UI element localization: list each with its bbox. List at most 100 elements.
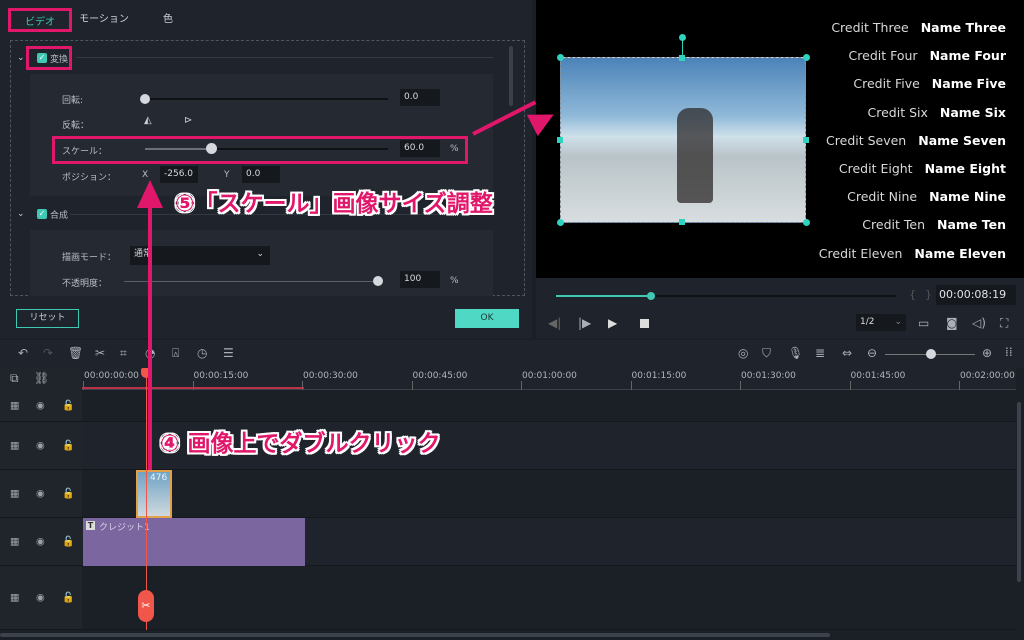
play-icon[interactable]: ▶ (608, 316, 617, 330)
rotation-input[interactable]: 0.0 (400, 89, 440, 106)
timeline-track[interactable]: ▦ ◉ 🔓 (0, 422, 1016, 470)
display-settings-icon[interactable]: ▭ (918, 316, 929, 330)
film-track-icon: ▦ (10, 592, 20, 603)
eye-icon[interactable]: ◉ (36, 488, 45, 499)
resize-handle[interactable] (557, 54, 564, 61)
next-frame-icon[interactable]: |▶ (578, 316, 591, 330)
eye-icon[interactable]: ◉ (36, 592, 45, 603)
horizontal-scrollbar[interactable] (0, 633, 830, 637)
vertical-scrollbar[interactable] (1017, 402, 1021, 582)
eye-icon[interactable]: ◉ (36, 536, 45, 547)
audio-mixer-icon[interactable]: ≣ (815, 346, 825, 360)
opacity-label: 不透明度： (62, 279, 108, 289)
composite-checkbox[interactable]: ✓ (37, 209, 47, 219)
player-controls: { } 00:00:08:19 ◀| |▶ ▶ 1/2 ⌄ ▭ ◙ ◁) ⛶ (536, 278, 1024, 338)
zoom-out-icon[interactable]: ⊖ (867, 346, 877, 360)
fullscreen-icon[interactable]: ⛶ (1000, 316, 1008, 331)
flip-label: 反転： (62, 121, 90, 131)
track-header: ▦ ◉ 🔓 (0, 422, 82, 469)
timeline-track[interactable]: ▦ ◉ 🔓 (0, 390, 1016, 422)
eye-icon[interactable]: ◉ (36, 400, 45, 411)
resize-handle[interactable] (803, 137, 809, 143)
freeze-frame-icon[interactable]: ⍓ (172, 346, 179, 361)
duration-clock-icon[interactable]: ◷ (197, 346, 207, 360)
scale-input[interactable]: 60.0 (400, 140, 440, 157)
position-y-input[interactable]: 0.0 (242, 166, 280, 183)
resize-handle[interactable] (803, 219, 810, 226)
reset-button[interactable]: リセット (16, 309, 79, 328)
scissors-split-icon[interactable]: ✂ (138, 590, 154, 622)
resize-handle[interactable] (679, 219, 685, 225)
ruler-tick-label: 00:01:30:00 (741, 371, 796, 381)
microphone-icon[interactable]: 🎙 (788, 346, 803, 360)
resize-handle[interactable] (557, 137, 563, 143)
zoom-knob[interactable] (926, 349, 936, 359)
scrollbar[interactable] (509, 46, 513, 106)
position-x-input[interactable]: -256.0 (160, 166, 198, 183)
chevron-down-icon[interactable]: ⌄ (17, 209, 25, 219)
snapshot-camera-icon[interactable]: ◙ (946, 316, 958, 330)
stop-icon[interactable] (640, 319, 649, 328)
lock-icon[interactable]: 🔓 (62, 536, 74, 547)
tab-video[interactable]: ビデオ (8, 8, 72, 32)
credit-name: Name Nine (929, 189, 1006, 205)
credit-role: Credit Six (867, 104, 928, 120)
previous-frame-icon[interactable]: ◀| (548, 316, 561, 330)
image-clip[interactable]: 476 (136, 470, 172, 518)
drag-handle-icon[interactable]: ⁞⁞ (1005, 345, 1013, 359)
redo-icon[interactable]: ↷ (43, 346, 53, 360)
resize-handle[interactable] (679, 55, 685, 61)
opacity-slider[interactable] (124, 281, 382, 282)
preview-image[interactable] (560, 57, 806, 223)
scale-knob[interactable] (206, 143, 217, 154)
resize-handle[interactable] (803, 54, 810, 61)
undo-icon[interactable]: ↶ (18, 346, 28, 360)
progress-fill (556, 295, 652, 297)
render-icon[interactable]: ◎ (738, 346, 748, 360)
transform-checkbox[interactable]: ✓ (37, 53, 47, 63)
add-track-icon[interactable]: ⧉ (10, 371, 19, 386)
scale-unit: % (450, 144, 459, 154)
credit-name: Name Five (931, 76, 1006, 92)
volume-icon[interactable]: ◁) (972, 316, 986, 330)
opacity-knob[interactable] (373, 276, 383, 286)
tab-motion[interactable]: モーション (74, 8, 134, 32)
preview-canvas[interactable]: Credit Three Name Three Credit Four Name Fo… (536, 0, 1024, 278)
crop-icon[interactable]: ⌗ (120, 346, 127, 361)
quality-select[interactable]: 1/2 ⌄ (856, 314, 906, 331)
tab-color[interactable]: 色 (150, 8, 186, 32)
ruler-tick-label: 00:00:45:00 (412, 371, 468, 381)
composite-label: 合成 (50, 211, 69, 221)
rotate-handle[interactable] (679, 34, 686, 41)
fit-timeline-icon[interactable]: ⇔ (842, 346, 852, 360)
mark-in-icon[interactable]: { (909, 288, 916, 301)
resize-handle[interactable] (557, 219, 564, 226)
marker-icon[interactable]: ⛉ (762, 346, 771, 361)
eye-icon[interactable]: ◉ (36, 440, 45, 451)
lock-icon[interactable]: 🔓 (62, 488, 74, 499)
opacity-unit: % (450, 276, 459, 286)
lock-icon[interactable]: 🔓 (62, 440, 74, 451)
ok-button[interactable]: OK (455, 309, 519, 328)
zoom-in-icon[interactable]: ⊕ (982, 346, 992, 360)
link-icon[interactable]: ⛓ (34, 371, 49, 385)
lock-icon[interactable]: 🔓 (62, 592, 74, 603)
adjust-icon[interactable]: ☰ (223, 346, 234, 360)
rotation-slider[interactable] (145, 98, 388, 100)
delete-icon[interactable]: 🗑 (68, 346, 83, 360)
credit-role: Credit Seven (826, 132, 907, 148)
chevron-down-icon: ⌄ (256, 249, 264, 259)
flip-horizontal-icon[interactable]: ◭ (144, 115, 152, 126)
cut-icon[interactable]: ✂ (95, 346, 105, 360)
chevron-down-icon[interactable]: ⌄ (17, 53, 25, 63)
lock-icon[interactable]: 🔓 (62, 400, 74, 411)
progress-knob[interactable] (647, 292, 656, 300)
film-track-icon: ▦ (10, 440, 20, 451)
rotation-knob[interactable] (140, 94, 150, 104)
image-clip-label: 476 (150, 473, 168, 483)
opacity-input[interactable]: 100 (400, 271, 440, 288)
credit-line: Credit Eight Name Eight (839, 161, 1006, 176)
mark-out-icon[interactable]: } (925, 288, 932, 301)
flip-vertical-icon[interactable]: ⊳ (184, 115, 192, 126)
title-clip[interactable]: T クレジット1 (83, 518, 305, 566)
